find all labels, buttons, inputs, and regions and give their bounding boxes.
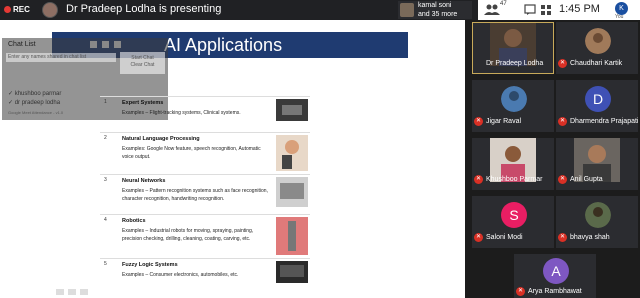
row-title: Neural Networks xyxy=(122,178,166,184)
participant-avatar xyxy=(585,202,611,228)
participant-tile[interactable]: ✕ bhavya shah xyxy=(556,196,638,248)
presenter-avatar xyxy=(42,2,58,18)
participant-name: Jigar Raval xyxy=(486,118,522,125)
table-row: 4 Robotics Examples – Industrial robots … xyxy=(100,214,310,258)
row-number: 3 xyxy=(104,177,107,183)
activities-icon[interactable] xyxy=(540,4,552,19)
participant-name: Anil Gupta xyxy=(570,176,603,183)
chat-user-name: khushboo parmar xyxy=(14,91,62,97)
table-row: 3 Neural Networks Examples – Pattern rec… xyxy=(100,174,310,214)
other-participants-chip[interactable]: kamal soni and 35 more xyxy=(398,1,472,19)
mic-off-icon: ✕ xyxy=(474,117,483,126)
expert-systems-image xyxy=(276,99,308,121)
participant-tile[interactable]: A ✕ Arya Rambhawat xyxy=(514,254,596,298)
table-row: 5 Fuzzy Logic Systems Examples – Consume… xyxy=(100,258,310,290)
row-number: 4 xyxy=(104,217,107,223)
table-row: 2 Natural Language Processing Examples: … xyxy=(100,132,310,174)
row-number: 2 xyxy=(104,135,107,141)
row-title: Robotics xyxy=(122,218,146,224)
slide-nav-controls[interactable] xyxy=(56,282,106,295)
participant-tile[interactable]: Dr Pradeep Lodha xyxy=(472,22,554,74)
participant-name: Dharmendra Prajapati xyxy=(570,118,639,125)
overlay-copy-icon[interactable] xyxy=(90,41,97,48)
overlay-footer: Google Meet Attendance - v1.0 xyxy=(8,110,64,115)
mic-off-icon: ✕ xyxy=(516,287,525,296)
other-participant-name: kamal soni xyxy=(418,2,452,9)
meet-window: REC Dr Pradeep Lodha is presenting kamal… xyxy=(0,0,640,298)
participant-avatar xyxy=(585,28,611,54)
row-description: Examples – Consumer electronics, automob… xyxy=(122,272,239,278)
overlay-save-icon[interactable] xyxy=(102,41,109,48)
row-description: Examples – Industrial robots for moving,… xyxy=(122,228,254,242)
mic-off-icon: ✕ xyxy=(474,175,483,184)
chat-user-name: dr pradeep lodha xyxy=(14,100,61,106)
recording-indicator: REC xyxy=(2,1,34,17)
status-area: 47 1:45 PM K You xyxy=(478,0,640,20)
participant-initial: S xyxy=(501,202,527,228)
record-dot-icon xyxy=(4,5,11,13)
chat-user-item: ✓ dr pradeep lodha xyxy=(8,100,61,106)
participant-name: bhavya shah xyxy=(570,234,610,241)
self-label: You xyxy=(615,14,624,20)
top-bar: REC Dr Pradeep Lodha is presenting kamal… xyxy=(0,0,640,20)
more-participants-count: and 35 more xyxy=(418,11,458,18)
neural-networks-image xyxy=(276,177,308,207)
chat-names-input[interactable]: Enter any names shared in chat list xyxy=(6,53,116,62)
mic-off-icon: ✕ xyxy=(558,175,567,184)
clock: 1:45 PM xyxy=(559,3,600,15)
participant-tile[interactable]: S ✕ Saloni Modi xyxy=(472,196,554,248)
participant-name: Saloni Modi xyxy=(486,234,523,241)
participant-tile[interactable]: D ✕ Dharmendra Prajapati xyxy=(556,80,638,132)
participant-name: Khushboo Parmar xyxy=(486,176,543,183)
chat-icon[interactable] xyxy=(524,4,536,19)
rec-label: REC xyxy=(13,4,30,14)
shared-presentation: AI Applications Chat List Enter any name… xyxy=(0,20,465,298)
chat-user-item: ✓ khushboo parmar xyxy=(8,91,62,97)
presenting-text: Dr Pradeep Lodha is presenting xyxy=(66,3,222,15)
table-row: 1 Expert Systems Examples – Flight-track… xyxy=(100,96,310,132)
overlay-close-icon[interactable] xyxy=(114,41,121,48)
row-number: 5 xyxy=(104,261,107,267)
row-description: Examples – Pattern recognition systems s… xyxy=(122,188,268,202)
participant-name: Arya Rambhawat xyxy=(528,288,582,295)
nlp-image xyxy=(276,135,308,171)
mic-off-icon: ✕ xyxy=(474,233,483,242)
row-number: 1 xyxy=(104,99,107,105)
participant-tile[interactable]: ✕ Chaudhari Kartik xyxy=(556,22,638,74)
participant-name: Chaudhari Kartik xyxy=(570,60,623,67)
row-title: Fuzzy Logic Systems xyxy=(122,262,178,268)
start-chat-button[interactable]: Start Chat xyxy=(120,55,165,62)
fuzzy-logic-image xyxy=(276,261,308,283)
mic-off-icon: ✕ xyxy=(558,117,567,126)
chat-buttons[interactable]: Start Chat Clear Chat xyxy=(120,52,165,74)
row-description: Examples – Flight-tracking systems, Clin… xyxy=(122,110,241,116)
participant-thumbnail xyxy=(400,3,414,17)
participant-avatar xyxy=(501,86,527,112)
mic-off-icon: ✕ xyxy=(558,233,567,242)
slide-title: AI Applications xyxy=(164,35,283,55)
row-title: Expert Systems xyxy=(122,100,164,106)
participant-initial: A xyxy=(543,258,569,284)
participant-initial: D xyxy=(585,86,611,112)
clear-chat-button[interactable]: Clear Chat xyxy=(120,62,165,69)
participant-tile[interactable]: ✕ Jigar Raval xyxy=(472,80,554,132)
mic-off-icon: ✕ xyxy=(558,59,567,68)
people-count-badge: 47 xyxy=(500,1,507,7)
people-icon[interactable] xyxy=(484,4,500,19)
robotics-image xyxy=(276,217,308,255)
row-description: Examples: Google Now feature, speech rec… xyxy=(122,146,261,160)
participant-tile[interactable]: ✕ Khushboo Parmar xyxy=(472,138,554,190)
row-title: Natural Language Processing xyxy=(122,136,200,142)
participant-tile[interactable]: ✕ Anil Gupta xyxy=(556,138,638,190)
participant-name: Dr Pradeep Lodha xyxy=(486,60,544,67)
chat-list-caption: Chat List xyxy=(8,41,36,48)
